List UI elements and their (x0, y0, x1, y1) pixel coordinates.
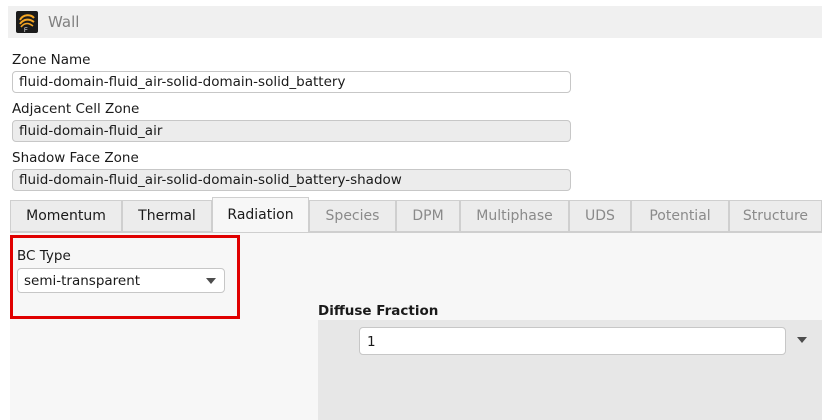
tab-momentum[interactable]: Momentum (10, 200, 122, 232)
highlight-annotation-box (10, 235, 240, 319)
tab-uds: UDS (569, 200, 631, 232)
tab-potential: Potential (631, 200, 729, 232)
tab-multiphase: Multiphase (460, 200, 569, 232)
tab-species: Species (309, 200, 396, 232)
tab-dpm: DPM (396, 200, 460, 232)
diffuse-fraction-dropdown-icon[interactable] (797, 337, 807, 343)
svg-text:F: F (24, 28, 28, 33)
shadow-face-zone-field: fluid-domain-fluid_air-solid-domain-soli… (12, 169, 571, 191)
diffuse-fraction-input[interactable]: 1 (359, 327, 786, 355)
fluent-app-icon: F (16, 11, 38, 33)
dialog-title: Wall (48, 13, 80, 31)
dialog-title-bar: F Wall (8, 6, 822, 38)
zone-name-input[interactable]: fluid-domain-fluid_air-solid-domain-soli… (12, 71, 571, 93)
shadow-face-zone-label: Shadow Face Zone (12, 150, 139, 166)
adjacent-cell-zone-label: Adjacent Cell Zone (12, 101, 140, 117)
tab-radiation[interactable]: Radiation (212, 197, 309, 232)
tab-bar: Momentum Thermal Radiation Species DPM M… (10, 197, 822, 232)
tab-thermal[interactable]: Thermal (122, 200, 212, 232)
tab-structure: Structure (729, 200, 822, 232)
zone-name-label: Zone Name (12, 52, 91, 68)
adjacent-cell-zone-field: fluid-domain-fluid_air (12, 120, 571, 142)
diffuse-fraction-label: Diffuse Fraction (318, 303, 439, 319)
